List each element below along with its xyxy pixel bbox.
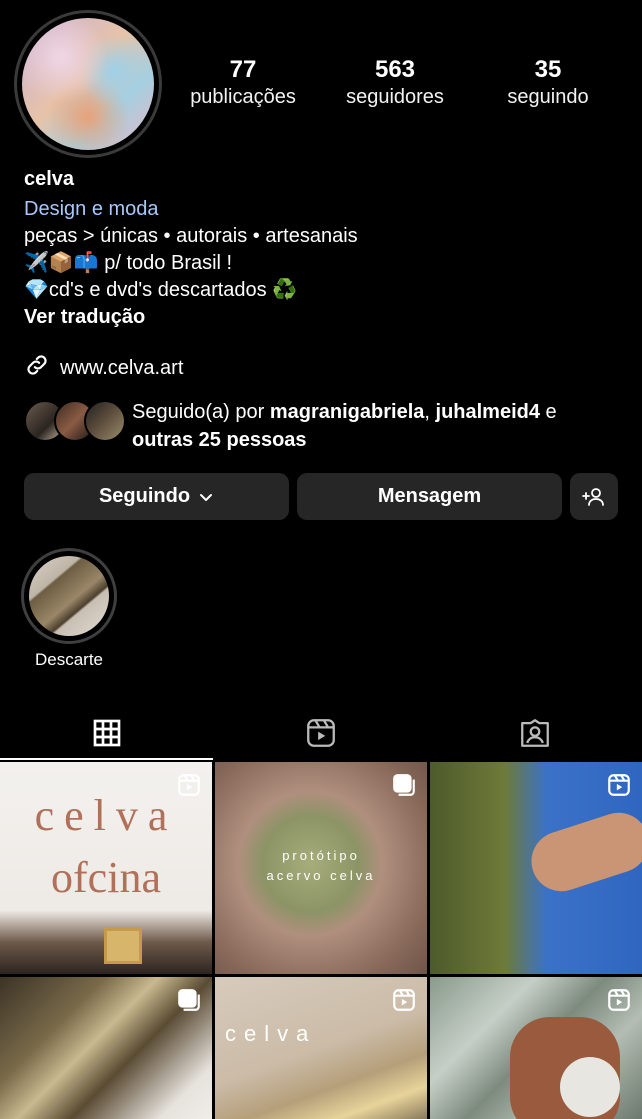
stat-following-count: 35 [534,56,562,83]
post-ring-shape [560,1057,620,1117]
stat-followers-label: seguidores [346,86,444,108]
bio-line-1: peças > únicas • autorais • artesanais [24,225,358,247]
avatar-image [22,18,154,150]
reels-icon [304,716,338,750]
post-frame-object [104,928,142,964]
grid-icon [91,717,123,749]
mutual-others[interactable]: outras 25 pessoas [132,429,307,451]
profile-category: Design e moda [24,198,159,220]
post-text: celva [225,1021,317,1046]
reels-icon [606,987,632,1013]
message-button-label: Mensagem [377,485,482,507]
reels-icon [176,772,202,798]
highlight-descarte[interactable] [21,548,117,644]
post-text-line-1: protótipo [282,848,360,863]
following-button-label: Seguindo [98,485,191,507]
followed-separator: , [424,401,436,423]
avatar [84,400,126,442]
profile-avatar[interactable] [14,10,162,158]
mutual-user-2[interactable]: juhalmeid4 [436,401,540,423]
mutual-followers-avatars[interactable] [24,400,126,442]
suggested-people-button[interactable] [570,473,618,520]
tab-reels[interactable] [214,706,428,760]
highlight-label: Descarte [34,650,104,669]
grid-post-1[interactable]: celva ofcina [0,762,212,974]
grid-post-5[interactable]: celva [215,977,427,1119]
followed-by-prefix: Seguido(a) por [132,401,270,423]
bio-line-2: ✈️📦📫 p/ todo Brasil ! [24,252,233,274]
profile-username: celva [24,168,75,190]
website-url: www.celva.art [60,356,184,379]
link-icon [24,352,50,384]
grid-post-3[interactable] [430,762,642,974]
highlight-image [29,556,109,636]
website-link[interactable]: www.celva.art [24,352,183,384]
bio-line-3: 💎cd's e dvd's descartados ♻️ [24,279,298,301]
reels-icon [391,987,417,1013]
post-hand-shape [523,804,642,900]
followed-by-text[interactable]: Seguido(a) por magranigabriela, juhalmei… [132,398,622,454]
carousel-icon [391,772,417,798]
stat-posts-label: publicações [190,86,296,108]
post-text-line-2: ofcina [51,853,161,902]
following-button[interactable]: Seguindo [24,473,289,520]
see-translation-link[interactable]: Ver tradução [24,304,145,331]
reels-icon [606,772,632,798]
post-text-line-2: acervo celva [266,868,376,883]
chevron-down-icon [198,489,214,505]
active-tab-indicator [0,758,213,760]
stat-posts: 77 publicações [168,56,318,110]
mutual-user-1[interactable]: magranigabriela [270,401,425,423]
stat-followers[interactable]: 563 seguidores [320,56,470,110]
followed-joiner: e [540,401,557,423]
grid-post-4[interactable] [0,977,212,1119]
message-button[interactable]: Mensagem [297,473,562,520]
stat-followers-count: 563 [374,56,416,83]
stat-following[interactable]: 35 seguindo [473,56,623,110]
carousel-icon [176,987,202,1013]
stat-following-label: seguindo [507,86,589,108]
grid-post-2[interactable]: protótipo acervo celva [215,762,427,974]
add-person-icon [582,485,606,509]
grid-post-6[interactable] [430,977,642,1119]
tab-tagged[interactable] [428,706,642,760]
tab-posts-grid[interactable] [0,706,214,760]
stat-posts-count: 77 [229,56,257,83]
tagged-icon [518,716,552,750]
